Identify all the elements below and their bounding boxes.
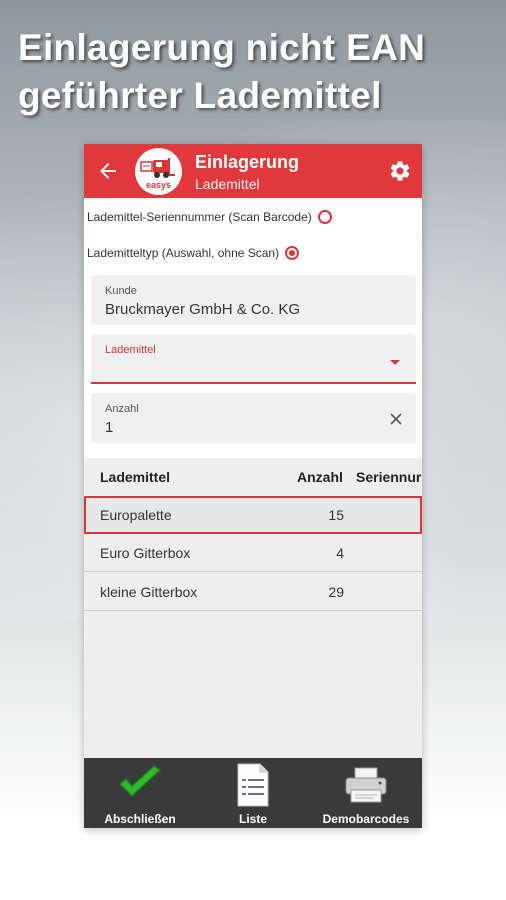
page-title: Einlagerung bbox=[195, 152, 300, 172]
bottom-action-bar: Abschließen Liste Demobarcodes bbox=[84, 758, 422, 828]
customer-field-label: Kunde bbox=[105, 285, 137, 297]
column-header-lademittel: Lademittel bbox=[100, 469, 171, 485]
radio-type-select[interactable] bbox=[285, 246, 300, 260]
row-count: 4 bbox=[336, 545, 344, 561]
quantity-field-label: Anzahl bbox=[105, 403, 139, 415]
logo-text: easys bbox=[146, 180, 171, 190]
headline-line-1: Einlagerung nicht EAN bbox=[18, 27, 426, 68]
printer-icon bbox=[345, 767, 387, 803]
list-button-label: Liste bbox=[238, 812, 267, 826]
headline-line-2: geführter Lademittel bbox=[18, 75, 382, 116]
row-count: 15 bbox=[328, 507, 344, 523]
demo-barcodes-button[interactable]: Demobarcodes bbox=[310, 758, 422, 828]
column-header-seriennummer: Seriennur bbox=[356, 469, 422, 485]
table-row[interactable]: Europalette 15 bbox=[84, 496, 422, 534]
table-row[interactable]: Euro Gitterbox 4 bbox=[84, 534, 422, 572]
form-panel: Lademittel-Seriennummer (Scan Barcode) L… bbox=[84, 198, 422, 458]
gear-icon[interactable] bbox=[388, 159, 412, 183]
customer-field[interactable]: Kunde Bruckmayer GmbH & Co. KG bbox=[91, 275, 416, 325]
option-serial-scan-label: Lademittel-Seriennummer (Scan Barcode) bbox=[87, 210, 312, 224]
app-logo: easys bbox=[135, 148, 182, 195]
column-header-anzahl: Anzahl bbox=[297, 469, 343, 485]
option-type-select-label: Lademitteltyp (Auswahl, ohne Scan) bbox=[87, 246, 280, 260]
table-header: Lademittel Anzahl Seriennur bbox=[84, 458, 422, 496]
table-row[interactable]: kleine Gitterbox 29 bbox=[84, 573, 422, 611]
clear-icon[interactable] bbox=[388, 411, 404, 427]
finish-button[interactable]: Abschließen bbox=[84, 758, 196, 828]
customer-field-value: Bruckmayer GmbH & Co. KG bbox=[105, 301, 301, 318]
row-name: Europalette bbox=[100, 507, 172, 523]
row-count: 29 bbox=[328, 584, 344, 600]
back-arrow-icon[interactable] bbox=[96, 159, 120, 183]
app-bar: easys Einlagerung Lademittel bbox=[84, 144, 422, 198]
demo-barcodes-button-label: Demobarcodes bbox=[322, 812, 410, 826]
option-type-select[interactable]: Lademitteltyp (Auswahl, ohne Scan) bbox=[87, 242, 300, 264]
content-area: Lademittel-Seriennummer (Scan Barcode) L… bbox=[84, 198, 422, 758]
radio-serial-scan[interactable] bbox=[317, 210, 332, 224]
row-name: Euro Gitterbox bbox=[100, 545, 191, 561]
forklift-logo-icon: easys bbox=[140, 158, 175, 190]
document-list-icon bbox=[237, 763, 269, 807]
quantity-field-value: 1 bbox=[105, 419, 114, 436]
app-screen: easys Einlagerung Lademittel Lademittel-… bbox=[84, 144, 422, 828]
finish-button-label: Abschließen bbox=[104, 812, 176, 826]
lademittel-dropdown[interactable]: Lademittel bbox=[91, 334, 416, 384]
lademittel-dropdown-label: Lademittel bbox=[105, 344, 156, 356]
list-button[interactable]: Liste bbox=[196, 758, 310, 828]
dropdown-caret-icon[interactable] bbox=[390, 360, 400, 365]
row-name: kleine Gitterbox bbox=[100, 584, 198, 600]
page-subtitle: Lademittel bbox=[195, 176, 260, 192]
option-serial-scan[interactable]: Lademittel-Seriennummer (Scan Barcode) bbox=[87, 206, 332, 228]
quantity-field[interactable]: Anzahl 1 bbox=[91, 393, 416, 443]
promo-headline: Einlagerung nicht EAN geführter Lademitt… bbox=[18, 24, 498, 120]
checkmark-icon bbox=[119, 765, 161, 797]
